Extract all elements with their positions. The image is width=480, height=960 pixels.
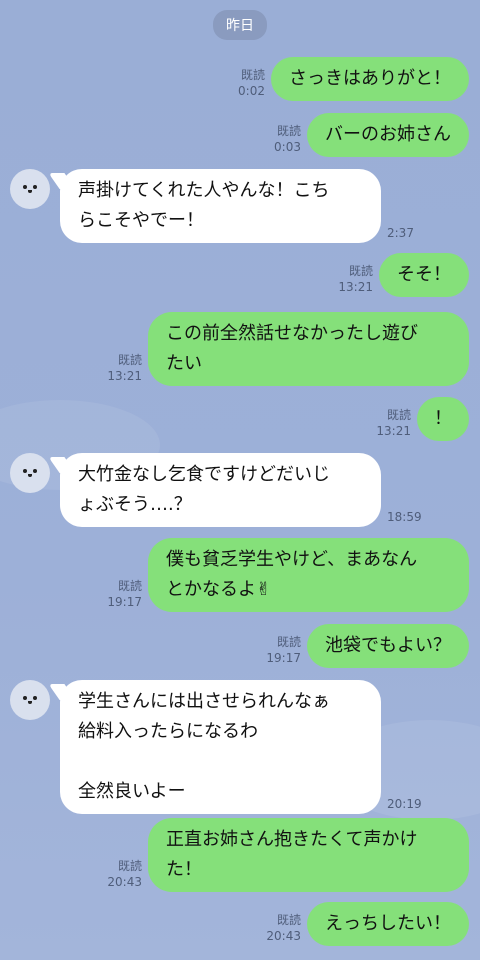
message-bubble[interactable]: バーのお姉さん xyxy=(307,113,469,157)
message-text-line: 僕も貧乏学生やけど、まあなん xyxy=(166,549,418,570)
message-meta: 既読 20:43 xyxy=(266,912,301,944)
chat-area: 昨日 既読 0:02 さっきはありがと！ 既読 0:03 バーのお姉さん 声掛け… xyxy=(0,0,480,960)
read-receipt: 既読 xyxy=(276,635,301,649)
message-row-outgoing: 既読 20:43 えっちしたい！ xyxy=(266,902,469,946)
message-text-line: 声掛けてくれた人やんな！こち xyxy=(78,180,330,201)
message-bubble[interactable]: えっちしたい！ xyxy=(307,902,469,946)
message-time: 0:03 xyxy=(274,140,301,154)
read-receipt: 既読 xyxy=(240,68,265,82)
message-bubble[interactable]: 僕も貧乏学生やけど、まあなん とかなるよ✌ xyxy=(148,538,469,612)
message-meta: 既読 13:21 xyxy=(338,263,373,295)
message-text-line: 学生さんには出させられんなぁ xyxy=(78,691,330,712)
message-row-outgoing: 既読 13:21 そそ！ xyxy=(338,253,469,297)
message-row-outgoing: 既読 0:02 さっきはありがと！ xyxy=(238,57,469,101)
message-time: 20:43 xyxy=(107,875,142,889)
message-bubble[interactable]: 池袋でもよい？ xyxy=(307,624,469,668)
message-time: 20:43 xyxy=(266,929,301,943)
message-text-line: とかなるよ✌ xyxy=(166,579,272,600)
message-row-outgoing: 既読 13:21 ！ xyxy=(376,397,469,441)
message-text-line: 全然良いよー xyxy=(78,781,186,802)
message-text-line: た！ xyxy=(166,859,202,880)
message-time: 20:19 xyxy=(387,797,422,811)
message-row-outgoing: 既読 13:21 この前全然話せなかったし遊び たい xyxy=(107,312,469,386)
read-receipt: 既読 xyxy=(117,579,142,593)
message-text-line: 正直お姉さん抱きたくて声かけ xyxy=(166,829,418,850)
message-time: 13:21 xyxy=(338,280,373,294)
read-receipt: 既読 xyxy=(276,124,301,138)
message-text: ！ xyxy=(434,408,452,429)
message-text-line xyxy=(78,747,363,777)
read-receipt: 既読 xyxy=(348,264,373,278)
message-bubble[interactable]: 声掛けてくれた人やんな！こち らこそやでー！ xyxy=(60,169,381,243)
message-row-outgoing: 既読 19:17 僕も貧乏学生やけど、まあなん とかなるよ✌ xyxy=(107,538,469,612)
message-meta: 既読 0:02 xyxy=(238,67,265,99)
message-text-line: らこそやでー！ xyxy=(78,210,204,231)
message-bubble[interactable]: この前全然話せなかったし遊び たい xyxy=(148,312,469,386)
message-meta: 20:19 xyxy=(387,796,422,812)
message-time: 18:59 xyxy=(387,510,422,524)
message-time: 13:21 xyxy=(107,369,142,383)
message-row-incoming: 声掛けてくれた人やんな！こち らこそやでー！ 2:37 xyxy=(10,169,414,243)
read-receipt: 既読 xyxy=(276,913,301,927)
date-separator: 昨日 xyxy=(213,10,267,40)
message-bubble[interactable]: 学生さんには出させられんなぁ 給料入ったらになるわ 全然良いよー xyxy=(60,680,381,814)
message-text: 池袋でもよい？ xyxy=(325,635,451,656)
message-bubble[interactable]: さっきはありがと！ xyxy=(271,57,469,101)
message-text: えっちしたい！ xyxy=(325,913,451,934)
message-row-outgoing: 既読 20:43 正直お姉さん抱きたくて声かけ た！ xyxy=(107,818,469,892)
message-time: 19:17 xyxy=(107,595,142,609)
message-text-line: ょぶそう….？ xyxy=(78,494,192,515)
message-time: 2:37 xyxy=(387,226,414,240)
message-bubble[interactable]: 正直お姉さん抱きたくて声かけ た！ xyxy=(148,818,469,892)
message-text-line: 給料入ったらになるわ xyxy=(78,721,258,742)
message-meta: 既読 19:17 xyxy=(266,634,301,666)
message-time: 19:17 xyxy=(266,651,301,665)
message-meta: 既読 0:03 xyxy=(274,123,301,155)
message-bubble[interactable]: そそ！ xyxy=(379,253,469,297)
avatar[interactable] xyxy=(10,453,50,493)
message-text-line: たい xyxy=(166,353,202,374)
message-row-outgoing: 既読 0:03 バーのお姉さん xyxy=(274,113,469,157)
message-text: さっきはありがと！ xyxy=(289,68,451,89)
avatar[interactable] xyxy=(10,680,50,720)
message-text-line: この前全然話せなかったし遊び xyxy=(166,323,418,344)
message-meta: 既読 13:21 xyxy=(107,352,142,384)
message-row-incoming: 大竹金なし乞食ですけどだいじ ょぶそう….？ 18:59 xyxy=(10,453,422,527)
message-meta: 既読 20:43 xyxy=(107,858,142,890)
message-row-incoming: 学生さんには出させられんなぁ 給料入ったらになるわ 全然良いよー 20:19 xyxy=(10,680,422,814)
message-text-line: 大竹金なし乞食ですけどだいじ xyxy=(78,464,330,485)
message-text: バーのお姉さん xyxy=(325,124,451,145)
message-bubble[interactable]: ！ xyxy=(417,397,469,441)
message-meta: 18:59 xyxy=(387,509,422,525)
avatar[interactable] xyxy=(10,169,50,209)
read-receipt: 既読 xyxy=(117,353,142,367)
message-meta: 2:37 xyxy=(387,225,414,241)
message-meta: 既読 13:21 xyxy=(376,407,411,439)
message-text: そそ！ xyxy=(397,264,451,285)
read-receipt: 既読 xyxy=(386,408,411,422)
message-meta: 既読 19:17 xyxy=(107,578,142,610)
message-time: 0:02 xyxy=(238,84,265,98)
message-time: 13:21 xyxy=(376,424,411,438)
message-bubble[interactable]: 大竹金なし乞食ですけどだいじ ょぶそう….？ xyxy=(60,453,381,527)
message-row-outgoing: 既読 19:17 池袋でもよい？ xyxy=(266,624,469,668)
read-receipt: 既読 xyxy=(117,859,142,873)
